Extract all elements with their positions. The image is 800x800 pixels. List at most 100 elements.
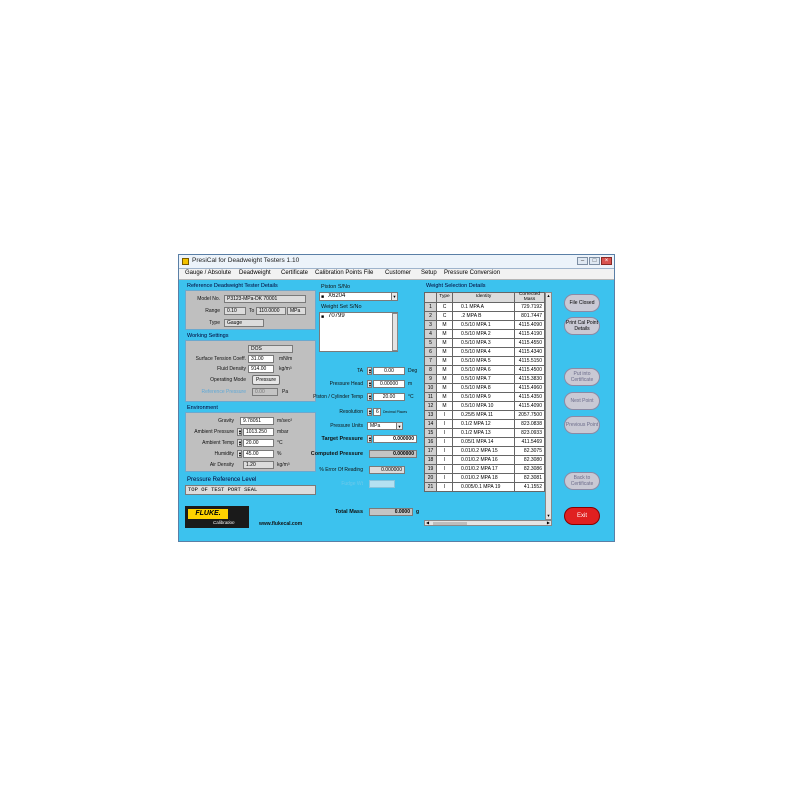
ambient-pressure-field[interactable]: 1013.250 bbox=[243, 428, 274, 436]
row-index-cell: 14 bbox=[424, 419, 437, 429]
ambient-pressure-spinner[interactable]: ▲ ▼ bbox=[237, 428, 242, 436]
table-row[interactable]: 16 I 0.05/1 MPA 14 411.5469 bbox=[424, 437, 545, 447]
gravity-field[interactable]: 9.78051 bbox=[240, 417, 274, 425]
pressure-head-unit: m bbox=[408, 381, 413, 387]
hscroll-thumb[interactable] bbox=[433, 522, 467, 525]
type-field: Gauge bbox=[224, 319, 264, 327]
previous-point-button[interactable]: Previous Point bbox=[564, 416, 600, 434]
table-row[interactable]: 5 M 0.5/10 MPA 3 4115.4550 bbox=[424, 338, 545, 348]
row-index-cell: 16 bbox=[424, 437, 437, 447]
table-row[interactable]: 20 I 0.01/0.2 MPA 18 82.3081 bbox=[424, 473, 545, 483]
row-index-cell: 20 bbox=[424, 473, 437, 483]
row-identity-cell: 0.5/10 MPA 1 bbox=[452, 320, 515, 330]
weight-set-scrollbar[interactable] bbox=[392, 313, 398, 351]
ref-details-title: Reference Deadweight Tester Details bbox=[187, 283, 278, 289]
weight-table-vscroll[interactable]: ▲ ▼ bbox=[545, 292, 552, 520]
row-mass-cell: 823.0933 bbox=[514, 428, 545, 438]
table-row[interactable]: 4 M 0.5/10 MPA 2 4115.4190 bbox=[424, 329, 545, 339]
target-pressure-field[interactable]: 0.000000 bbox=[373, 435, 417, 443]
file-closed-button[interactable]: File Closed bbox=[564, 294, 600, 312]
piston-temp-spinner[interactable]: ▲ ▼ bbox=[367, 393, 372, 401]
menu-customer[interactable]: Customer bbox=[385, 270, 411, 276]
fluid-density-field[interactable]: 914.00 bbox=[248, 365, 274, 373]
menu-pressure-conversion[interactable]: Pressure Conversion bbox=[444, 270, 500, 276]
table-row[interactable]: 10 M 0.5/10 MPA 8 4115.4960 bbox=[424, 383, 545, 393]
pressure-ref-level-field[interactable]: TOP OF TEST PORT SEAL bbox=[185, 485, 316, 495]
table-row[interactable]: 13 I 0.25/5 MPA 11 2057.7500 bbox=[424, 410, 545, 420]
target-pressure-spinner[interactable]: ▲ ▼ bbox=[367, 435, 372, 443]
row-identity-cell: 0.1/2 MPA 13 bbox=[452, 428, 515, 438]
chevron-down-icon[interactable]: ▼ bbox=[391, 293, 397, 300]
weight-set-list[interactable]: 70799 bbox=[319, 312, 398, 352]
menu-gauge-absolute[interactable]: Gauge / Absolute bbox=[185, 270, 231, 276]
put-into-certificate-button[interactable]: Put into Certificate bbox=[564, 368, 600, 386]
row-type-cell: M bbox=[436, 374, 453, 384]
humidity-field[interactable]: 45.00 bbox=[243, 450, 274, 458]
print-cal-point-button[interactable]: Print Cal Point Details bbox=[564, 317, 600, 335]
table-row[interactable]: 9 M 0.5/10 MPA 7 4115.3830 bbox=[424, 374, 545, 384]
menu-calibration-points-file[interactable]: Calibration Points File bbox=[315, 270, 373, 276]
menu-certificate[interactable]: Certificate bbox=[281, 270, 308, 276]
scroll-left-icon[interactable]: ◀ bbox=[426, 520, 429, 525]
exit-button[interactable]: Exit bbox=[564, 507, 600, 525]
surface-tension-field[interactable]: 31.00 bbox=[248, 355, 274, 363]
table-row[interactable]: 18 I 0.01/0.2 MPA 16 82.3080 bbox=[424, 455, 545, 465]
back-to-certificate-button[interactable]: Back to Certificate bbox=[564, 472, 600, 490]
row-identity-cell: 0.01/0.2 MPA 17 bbox=[452, 464, 515, 474]
row-identity-cell: 0.5/10 MPA 3 bbox=[452, 338, 515, 348]
table-row[interactable]: 7 M 0.5/10 MPA 5 4115.5150 bbox=[424, 356, 545, 366]
resolution-unit: Decimal Places bbox=[383, 410, 408, 414]
table-row[interactable]: 11 M 0.5/10 MPA 9 4115.4350 bbox=[424, 392, 545, 402]
piston-checkbox-icon: ■ bbox=[321, 294, 325, 300]
table-row[interactable]: 3 M 0.5/10 MPA 1 4115.4090 bbox=[424, 320, 545, 330]
table-row[interactable]: 14 I 0.1/2 MPA 12 823.0838 bbox=[424, 419, 545, 429]
menu-deadweight[interactable]: Deadweight bbox=[239, 270, 271, 276]
ambient-temp-field[interactable]: 20.00 bbox=[243, 439, 274, 447]
close-button[interactable]: × bbox=[601, 257, 612, 265]
operating-mode-button[interactable]: Pressure bbox=[252, 375, 280, 385]
piston-select[interactable]: X6204 ▼ bbox=[319, 292, 398, 301]
title-bar: PresiCal for Deadweight Testers 1.10 – □… bbox=[179, 255, 614, 269]
weight-table-hscroll[interactable]: ◀ ▶ bbox=[424, 520, 552, 526]
table-row[interactable]: 15 I 0.1/2 MPA 13 823.0933 bbox=[424, 428, 545, 438]
table-row[interactable]: 12 M 0.5/10 MPA 10 4115.4090 bbox=[424, 401, 545, 411]
table-row[interactable]: 2 C .2 MPA B 801.7447 bbox=[424, 311, 545, 321]
piston-temp-field[interactable]: 20.00 bbox=[373, 393, 405, 401]
row-type-cell: I bbox=[436, 455, 453, 465]
scroll-right-icon[interactable]: ▶ bbox=[547, 520, 550, 525]
row-mass-cell: 41.1552 bbox=[514, 482, 545, 492]
table-row[interactable]: 1 C 0.1 MPA A 729.7192 bbox=[424, 302, 545, 312]
chevron-down-icon[interactable]: ▼ bbox=[396, 423, 402, 429]
menu-setup[interactable]: Setup bbox=[421, 270, 437, 276]
ambient-temp-label: Ambient Temp bbox=[202, 440, 234, 446]
table-row[interactable]: 6 M 0.5/10 MPA 4 4115.4340 bbox=[424, 347, 545, 357]
row-type-cell: M bbox=[436, 365, 453, 375]
table-row[interactable]: 8 M 0.5/10 MPA 6 4115.4500 bbox=[424, 365, 545, 375]
scroll-down-icon[interactable]: ▼ bbox=[546, 513, 551, 519]
resolution-field[interactable]: 6 bbox=[373, 408, 381, 416]
table-row[interactable]: 17 I 0.01/0.2 MPA 15 82.3075 bbox=[424, 446, 545, 456]
next-point-button[interactable]: Next Point bbox=[564, 392, 600, 410]
row-identity-cell: 0.1 MPA A bbox=[452, 302, 515, 312]
row-mass-cell: 82.3075 bbox=[514, 446, 545, 456]
fluke-logo-sub: Calibration bbox=[213, 520, 235, 525]
minimize-button[interactable]: – bbox=[577, 257, 588, 265]
table-row[interactable]: 21 I 0.005/0.1 MPA 19 41.1552 bbox=[424, 482, 545, 492]
row-index-cell: 7 bbox=[424, 356, 437, 366]
ta-spinner[interactable]: ▲ ▼ bbox=[367, 367, 372, 375]
ta-field[interactable]: 0.00 bbox=[373, 367, 405, 375]
row-mass-cell: 4115.4090 bbox=[514, 401, 545, 411]
weight-table-body: 1 C 0.1 MPA A 729.7192 2 C .2 MPA B 801.7447 3 M 0… bbox=[424, 302, 545, 492]
ambient-temp-spinner[interactable]: ▲ ▼ bbox=[237, 439, 242, 447]
pressure-units-select[interactable]: MPa ▼ bbox=[367, 422, 403, 430]
row-identity-cell: 0.005/0.1 MPA 19 bbox=[452, 482, 515, 492]
row-type-cell: M bbox=[436, 347, 453, 357]
scroll-up-icon[interactable]: ▲ bbox=[546, 293, 551, 299]
resolution-spinner[interactable]: ▲ ▼ bbox=[367, 408, 372, 416]
maximize-button[interactable]: □ bbox=[589, 257, 600, 265]
pressure-head-field[interactable]: 0.00000 bbox=[373, 380, 405, 388]
table-row[interactable]: 19 I 0.01/0.2 MPA 17 82.3086 bbox=[424, 464, 545, 474]
pressure-head-spinner[interactable]: ▲ ▼ bbox=[367, 380, 372, 388]
humidity-spinner[interactable]: ▲ ▼ bbox=[237, 450, 242, 458]
row-identity-cell: 0.01/0.2 MPA 18 bbox=[452, 473, 515, 483]
